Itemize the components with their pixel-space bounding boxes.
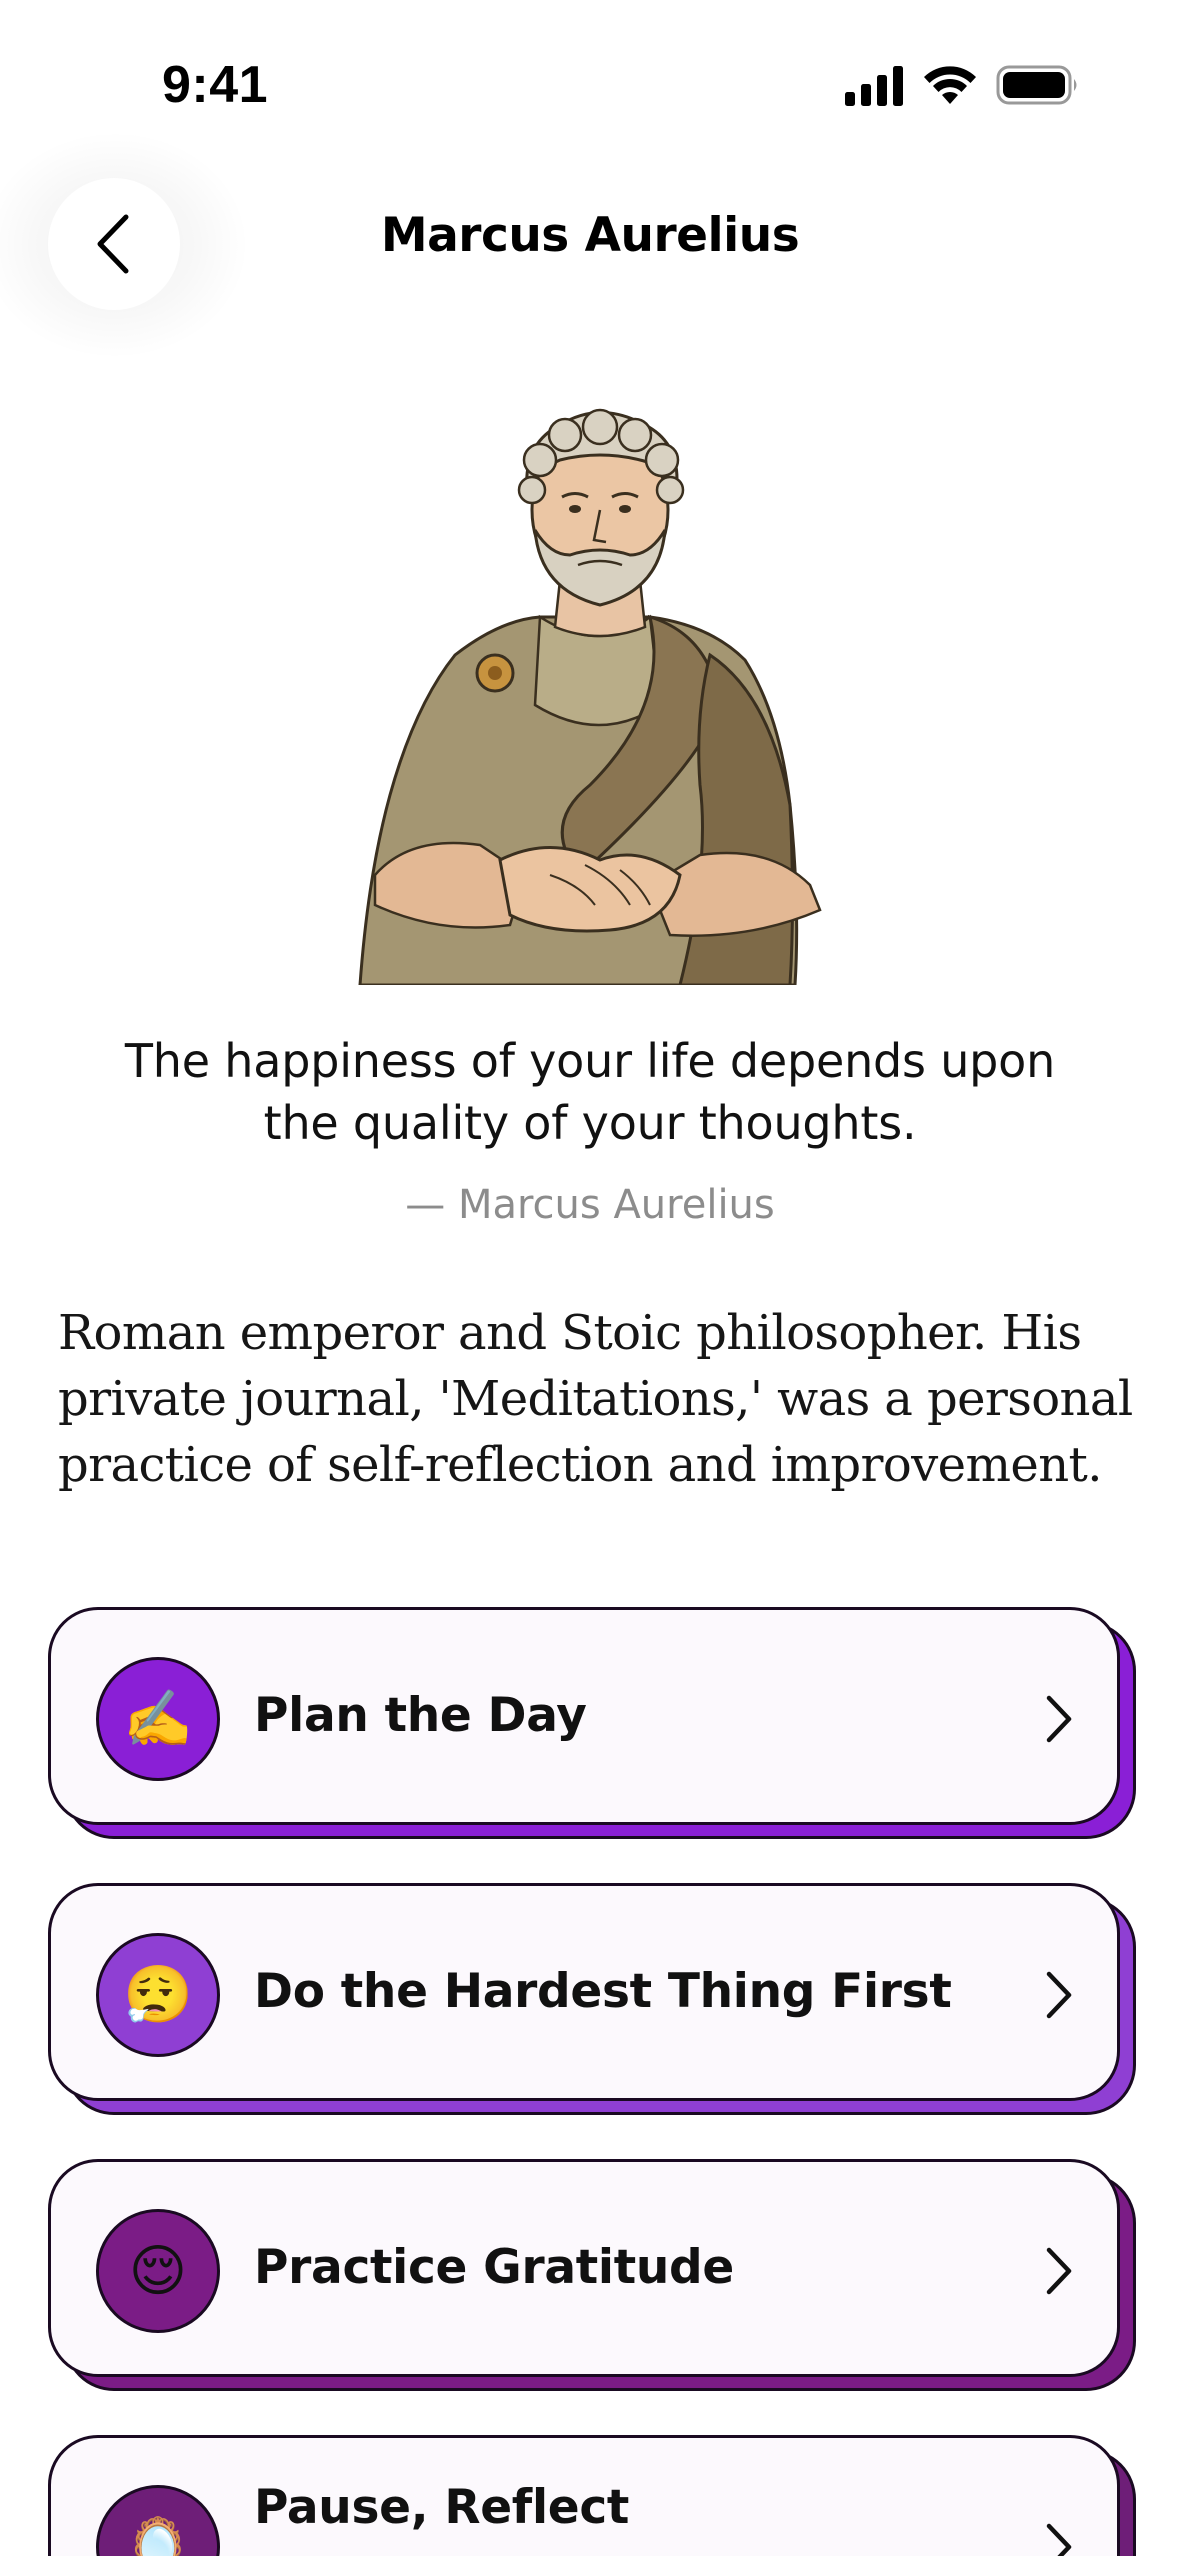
practice-card-hardest-thing-first[interactable]: 😮‍💨 Do the Hardest Thing First: [48, 1883, 1136, 2115]
card-face: ✍️ Plan the Day: [48, 1607, 1120, 1825]
cellular-signal-icon: [845, 66, 903, 106]
page-title: Marcus Aurelius: [380, 208, 800, 263]
card-face: 😮‍💨 Do the Hardest Thing First: [48, 1883, 1120, 2101]
relieved-face-icon: 😌: [96, 2209, 220, 2333]
mirror-icon: 🪞: [96, 2485, 220, 2556]
quote-text: The happiness of your life depends upon …: [124, 1034, 1056, 1150]
chevron-right-icon: [1046, 1695, 1072, 1743]
status-bar: 9:41: [0, 0, 1179, 150]
chevron-left-icon: [97, 214, 129, 274]
practice-label: Plan the Day: [254, 1688, 587, 1743]
practice-label: Practice Gratitude: [254, 2240, 734, 2295]
exhaling-face-icon: 😮‍💨: [96, 1933, 220, 2057]
card-face: 😌 Practice Gratitude: [48, 2159, 1120, 2377]
writing-hand-icon: ✍️: [96, 1657, 220, 1781]
practice-label: Pause, Reflect: [254, 2480, 630, 2535]
back-button[interactable]: [48, 178, 180, 310]
practice-label: Do the Hardest Thing First: [254, 1964, 952, 2019]
marcus-aurelius-portrait: [358, 408, 822, 985]
card-face: 🪞 Pause, Reflect: [48, 2435, 1120, 2556]
chevron-right-icon: [1046, 2247, 1072, 2295]
wifi-icon: [924, 66, 976, 104]
chevron-right-icon: [1046, 2523, 1072, 2556]
chevron-right-icon: [1046, 1971, 1072, 2019]
practice-card-gratitude[interactable]: 😌 Practice Gratitude: [48, 2159, 1136, 2391]
quote-author: — Marcus Aurelius: [405, 1182, 775, 1228]
philosopher-bio: Roman emperor and Stoic philosopher. His…: [58, 1305, 1133, 1493]
practice-card-plan-the-day[interactable]: ✍️ Plan the Day: [48, 1607, 1136, 1839]
status-time: 9:41: [162, 56, 269, 114]
practice-card-pause-reflect[interactable]: 🪞 Pause, Reflect: [48, 2435, 1136, 2556]
battery-icon: [996, 65, 1077, 105]
